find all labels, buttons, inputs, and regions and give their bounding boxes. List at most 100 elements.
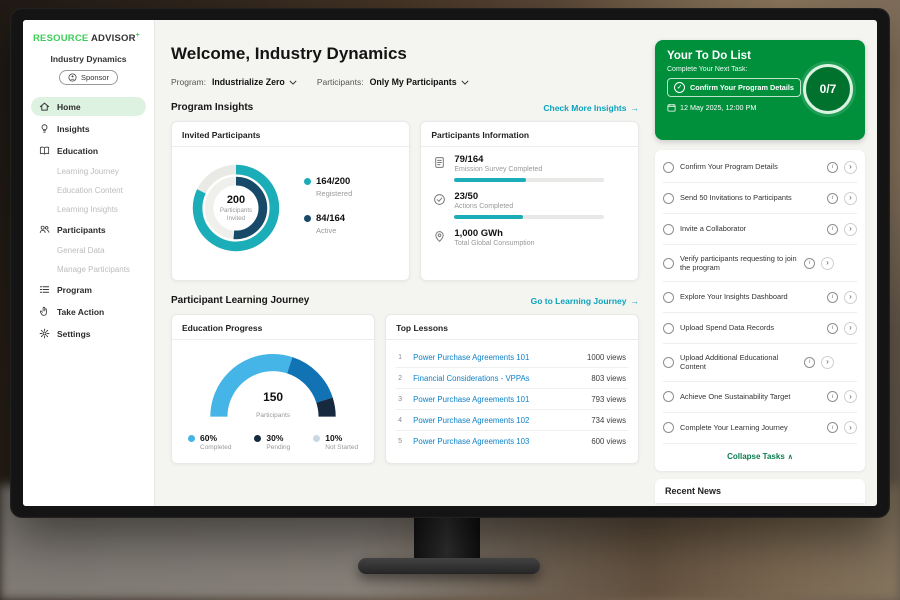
gauge-center-caption: Participants	[256, 412, 290, 419]
collapse-tasks-button[interactable]: Collapse Tasks∧	[663, 444, 857, 469]
sidebar-item-take-action[interactable]: Take Action	[31, 302, 146, 321]
task-label: Achieve One Sustainability Target	[680, 392, 821, 402]
legend-label: Completed	[200, 444, 231, 451]
progress-bar-fill	[454, 178, 526, 182]
todo-task-row[interactable]: Achieve One Sustainability Target i ›	[663, 382, 857, 413]
lesson-rank: 4	[398, 417, 406, 424]
checkbox-icon[interactable]	[663, 224, 674, 235]
chevron-right-icon[interactable]: ›	[844, 421, 857, 434]
settings-icon	[39, 328, 50, 339]
check-more-insights-link[interactable]: Check More Insights →	[543, 103, 639, 113]
checkbox-icon[interactable]	[663, 323, 674, 334]
sidebar-item-label: Learning Insights	[57, 205, 118, 214]
sponsor-label: Sponsor	[81, 73, 109, 82]
brand-secondary: ADVISOR	[91, 33, 136, 44]
divider	[386, 339, 638, 340]
info-icon[interactable]: i	[804, 357, 815, 368]
todo-task-row[interactable]: Verify participants requesting to join t…	[663, 245, 857, 282]
info-icon[interactable]: i	[804, 258, 815, 269]
lesson-link[interactable]: Power Purchase Agreements 103	[413, 437, 584, 446]
invited-participants-card: Invited Participants	[171, 121, 410, 281]
todo-task-row[interactable]: Explore Your Insights Dashboard i ›	[663, 282, 857, 313]
todo-task-row[interactable]: Upload Additional Educational Content i …	[663, 344, 857, 381]
checkbox-icon[interactable]	[663, 391, 674, 402]
legend-dot	[304, 178, 311, 185]
sponsor-icon	[68, 73, 77, 82]
todo-task-row[interactable]: Upload Spend Data Records i ›	[663, 313, 857, 344]
chevron-right-icon[interactable]: ›	[844, 223, 857, 236]
todo-task-row[interactable]: Send 50 Invitations to Participants i ›	[663, 183, 857, 214]
org-name: Industry Dynamics	[31, 54, 146, 64]
progress-bar-fill	[454, 215, 523, 219]
info-row-consumption: 1,000 GWh Total Global Consumption	[433, 228, 628, 247]
chevron-right-icon[interactable]: ›	[844, 390, 857, 403]
checkbox-icon[interactable]	[663, 292, 674, 303]
info-icon[interactable]: i	[827, 162, 838, 173]
sidebar-item-program[interactable]: Program	[31, 280, 146, 299]
take-action-icon	[39, 306, 50, 317]
sidebar-item-general-data[interactable]: General Data	[31, 242, 146, 258]
sidebar-item-home[interactable]: Home	[31, 97, 146, 116]
go-to-learning-journey-link[interactable]: Go to Learning Journey →	[531, 296, 639, 306]
chevron-down-icon	[461, 80, 469, 85]
info-icon[interactable]: i	[827, 391, 838, 402]
info-icon[interactable]: i	[827, 422, 838, 433]
sidebar-item-education-content[interactable]: Education Content	[31, 182, 146, 198]
sponsor-badge[interactable]: Sponsor	[59, 70, 118, 85]
arrow-right-icon: →	[631, 296, 640, 306]
lesson-link[interactable]: Power Purchase Agreements 101	[413, 395, 584, 404]
card-title: Invited Participants	[182, 130, 399, 140]
education-progress-gauge-chart: 150 Participants	[207, 348, 339, 422]
sidebar-item-participants[interactable]: Participants	[31, 220, 146, 239]
checkbox-icon[interactable]	[663, 422, 674, 433]
education-icon	[39, 145, 50, 156]
sidebar-item-settings[interactable]: Settings	[31, 324, 146, 343]
divider	[172, 339, 374, 340]
todo-task-row[interactable]: Complete Your Learning Journey i ›	[663, 413, 857, 444]
todo-task-row[interactable]: Confirm Your Program Details i ›	[663, 152, 857, 183]
sidebar-item-insights[interactable]: Insights	[31, 119, 146, 138]
chevron-right-icon[interactable]: ›	[844, 291, 857, 304]
chevron-right-icon[interactable]: ›	[844, 322, 857, 335]
todo-task-list: Confirm Your Program Details i › Send 50…	[655, 150, 865, 471]
chevron-right-icon[interactable]: ›	[821, 257, 834, 270]
legend-label: Pending	[266, 444, 290, 451]
info-icon[interactable]: i	[827, 323, 838, 334]
lesson-views: 600 views	[591, 437, 626, 446]
todo-title: Your To Do List	[667, 50, 853, 62]
sidebar-item-manage-participants[interactable]: Manage Participants	[31, 261, 146, 277]
card-title: Education Progress	[182, 323, 364, 333]
sidebar-item-label: Program	[57, 285, 92, 295]
sidebar-item-learning-insights[interactable]: Learning Insights	[31, 201, 146, 217]
sidebar-item-education[interactable]: Education	[31, 141, 146, 160]
participants-filter-value: Only My Participants	[370, 77, 457, 87]
home-icon	[39, 101, 50, 112]
next-task-chip[interactable]: ✓ Confirm Your Program Details	[667, 78, 801, 97]
lesson-link[interactable]: Power Purchase Agreements 102	[413, 416, 584, 425]
todo-task-row[interactable]: Invite a Collaborator i ›	[663, 214, 857, 245]
sidebar-item-learning-journey[interactable]: Learning Journey	[31, 163, 146, 179]
task-label: Verify participants requesting to join t…	[680, 254, 798, 273]
info-icon[interactable]: i	[827, 193, 838, 204]
checkbox-icon[interactable]	[663, 357, 674, 368]
sidebar-item-label: General Data	[57, 246, 105, 255]
lesson-row: 4 Power Purchase Agreements 102 734 view…	[396, 410, 628, 431]
participants-filter-dropdown[interactable]: Only My Participants	[370, 77, 469, 87]
lesson-row: 5 Power Purchase Agreements 103 600 view…	[396, 431, 628, 451]
chevron-right-icon[interactable]: ›	[821, 356, 834, 369]
info-icon[interactable]: i	[827, 224, 838, 235]
task-label: Confirm Your Program Details	[680, 162, 821, 172]
legend-item-completed: 60% Completed	[188, 433, 231, 451]
checkbox-icon[interactable]	[663, 258, 674, 269]
link-label: Check More Insights	[543, 103, 626, 113]
chevron-right-icon[interactable]: ›	[844, 192, 857, 205]
lesson-link[interactable]: Power Purchase Agreements 101	[413, 353, 580, 362]
checkbox-icon[interactable]	[663, 162, 674, 173]
lesson-link[interactable]: Financial Considerations - VPPAs	[413, 374, 584, 383]
checkbox-icon[interactable]	[663, 193, 674, 204]
sidebar-item-label: Manage Participants	[57, 265, 130, 274]
participants-filter-label: Participants:	[317, 77, 364, 87]
program-filter-dropdown[interactable]: Industrialize Zero	[212, 77, 297, 87]
chevron-right-icon[interactable]: ›	[844, 161, 857, 174]
info-icon[interactable]: i	[827, 292, 838, 303]
